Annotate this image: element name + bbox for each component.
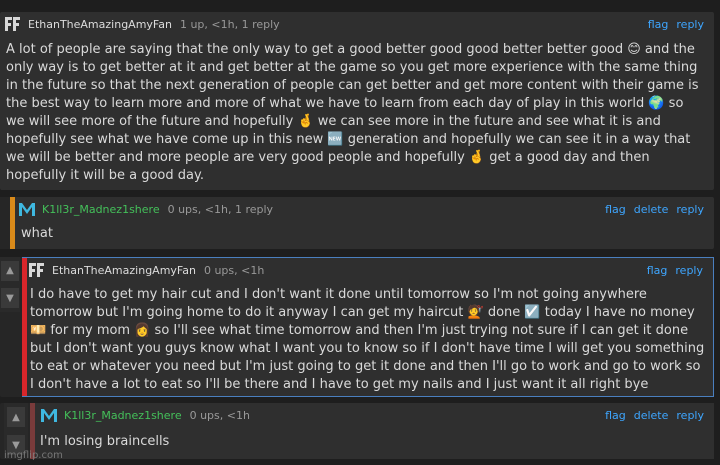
comment-meta: 0 ups, <1h, 1 reply	[167, 202, 274, 216]
reply-link[interactable]: reply	[676, 18, 704, 31]
upvote-button[interactable]: ▲	[1, 260, 19, 281]
comment-meta: 0 ups, <1h	[203, 263, 265, 277]
comment-1: EthanTheAmazingAmyFan 1 up, <1h, 1 reply…	[0, 12, 714, 190]
username[interactable]: EthanTheAmazingAmyFan	[28, 18, 172, 31]
avatar-ff-icon[interactable]	[28, 261, 46, 279]
flag-link[interactable]: flag	[605, 409, 626, 422]
avatar-ff-icon[interactable]	[4, 15, 22, 33]
comment-actions: flag reply	[648, 18, 714, 31]
comment-box: K1ll3r_Madnez1shere 0 ups, <1h flag dele…	[30, 403, 714, 459]
watermark: imgflip.com	[4, 450, 63, 461]
comment-4: ▲ ▼ K1ll3r_Madnez1shere 0 ups, <1h flag …	[0, 403, 714, 459]
comment-actions: flag delete reply	[605, 203, 714, 216]
comment-actions: flag delete reply	[605, 409, 714, 422]
comment-text: what	[21, 226, 53, 241]
flag-link[interactable]: flag	[647, 264, 668, 277]
comment-meta: 1 up, <1h, 1 reply	[179, 17, 280, 31]
comment-meta: 0 ups, <1h	[189, 408, 250, 422]
downvote-button[interactable]: ▼	[1, 288, 19, 309]
reply-link[interactable]: reply	[675, 264, 703, 277]
flag-link[interactable]: flag	[605, 203, 626, 216]
comment-3: ▲ ▼ EthanTheAmazingAmyFan 0 ups, <1h fla…	[0, 257, 714, 397]
comment-header: K1ll3r_Madnez1shere 0 ups, <1h, 1 reply …	[0, 197, 714, 221]
username[interactable]: K1ll3r_Madnez1shere	[64, 409, 182, 422]
reply-link[interactable]: reply	[676, 409, 704, 422]
upvote-button[interactable]: ▲	[7, 407, 25, 427]
username[interactable]: K1ll3r_Madnez1shere	[42, 203, 160, 216]
username[interactable]: EthanTheAmazingAmyFan	[52, 264, 196, 277]
comment-header: EthanTheAmazingAmyFan 0 ups, <1h flag re…	[22, 258, 713, 282]
reply-link[interactable]: reply	[676, 203, 704, 216]
comment-header: EthanTheAmazingAmyFan 1 up, <1h, 1 reply…	[0, 12, 714, 36]
comment-text: I'm losing braincells	[40, 434, 170, 449]
comment-actions: flag reply	[647, 264, 713, 277]
comment-box: EthanTheAmazingAmyFan 0 ups, <1h flag re…	[22, 257, 714, 397]
comment-2: K1ll3r_Madnez1shere 0 ups, <1h, 1 reply …	[0, 197, 714, 249]
comment-text: I do have to get my hair cut and I don't…	[30, 287, 705, 392]
delete-link[interactable]: delete	[634, 409, 669, 422]
comment-header: K1ll3r_Madnez1shere 0 ups, <1h flag dele…	[30, 403, 714, 427]
avatar-m-icon[interactable]	[40, 406, 58, 424]
vote-column: ▲ ▼	[0, 257, 20, 312]
avatar-m-icon[interactable]	[18, 200, 36, 218]
delete-link[interactable]: delete	[634, 203, 669, 216]
comment-text: A lot of people are saying that the only…	[6, 42, 699, 183]
flag-link[interactable]: flag	[648, 18, 669, 31]
